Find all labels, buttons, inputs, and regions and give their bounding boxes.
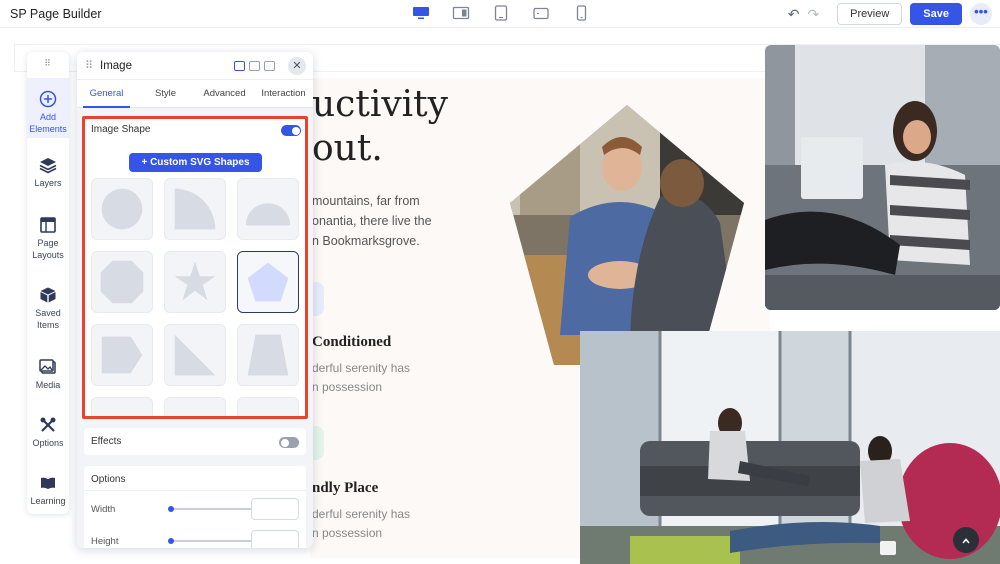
shape-quarter-circle[interactable] bbox=[164, 178, 226, 240]
chevron-up-icon[interactable] bbox=[953, 527, 979, 553]
sidebar-item-label: Saved Items bbox=[35, 308, 61, 330]
float-panel-icon[interactable] bbox=[234, 61, 245, 71]
shape-circle[interactable] bbox=[91, 178, 153, 240]
save-button[interactable]: Save bbox=[910, 3, 962, 25]
shape-right-triangle[interactable] bbox=[164, 324, 226, 386]
feature-title-1: Conditioned bbox=[312, 334, 392, 350]
image-icon bbox=[39, 359, 56, 374]
sidebar-item-add-elements[interactable]: Add Elements bbox=[27, 78, 69, 138]
height-label: Height bbox=[91, 536, 119, 547]
shape-arrow-pentagon[interactable] bbox=[91, 324, 153, 386]
undo-icon[interactable]: ↶ bbox=[788, 6, 800, 23]
shape-more[interactable] bbox=[91, 397, 153, 418]
panel-layout-switch bbox=[234, 61, 275, 71]
width-label: Width bbox=[91, 504, 116, 515]
effects-label: Effects bbox=[91, 436, 122, 447]
tablet-landscape-icon[interactable] bbox=[530, 4, 552, 22]
width-input[interactable] bbox=[251, 498, 299, 520]
toolbar-actions: ↶ ↷ Preview Save ••• bbox=[788, 3, 992, 25]
dock-right-icon[interactable] bbox=[264, 61, 275, 71]
box-icon bbox=[40, 287, 56, 303]
shape-half-circle[interactable] bbox=[237, 178, 299, 240]
effects-toggle[interactable] bbox=[279, 437, 299, 448]
book-icon bbox=[41, 477, 55, 489]
tablet-icon[interactable] bbox=[490, 4, 512, 22]
redo-icon[interactable]: ↷ bbox=[807, 6, 819, 23]
feature-text-2b: n possession bbox=[312, 526, 383, 540]
tab-general[interactable]: General bbox=[77, 80, 136, 108]
sidebar-item-layers[interactable]: Layers bbox=[27, 156, 69, 200]
woman-laptop-image[interactable] bbox=[765, 45, 1000, 310]
sidebar-item-label: Media bbox=[35, 380, 61, 390]
image-shape-label: Image Shape bbox=[91, 124, 151, 135]
sidebar-item-label: Add Elements bbox=[29, 112, 67, 134]
panel-tabs: General Style Advanced Interaction bbox=[77, 80, 313, 108]
divider bbox=[84, 490, 306, 491]
plus-circle-icon bbox=[39, 90, 57, 108]
sidebar-drag-handle[interactable]: ⠿ bbox=[27, 58, 69, 69]
sidebar-item-options[interactable]: Options bbox=[27, 416, 69, 456]
custom-svg-shapes-button[interactable]: + Custom SVG Shapes bbox=[129, 153, 262, 172]
sidebar-item-learning[interactable]: Learning bbox=[27, 474, 69, 514]
feature-text-1a: derful serenity has bbox=[312, 361, 411, 375]
app-title: SP Page Builder bbox=[10, 7, 102, 21]
tab-style[interactable]: Style bbox=[136, 80, 195, 107]
sidebar-item-label: Layers bbox=[34, 178, 62, 188]
shape-more[interactable] bbox=[237, 397, 299, 418]
tab-interaction[interactable]: Interaction bbox=[254, 80, 313, 107]
hero-heading-line1: uctivity bbox=[312, 84, 448, 125]
page-layouts-icon bbox=[40, 217, 56, 233]
laptop-icon[interactable] bbox=[450, 4, 472, 22]
options-title: Options bbox=[91, 474, 126, 485]
shape-trapezoid[interactable] bbox=[237, 324, 299, 386]
office-lounge-image[interactable] bbox=[580, 331, 1000, 564]
top-bar: SP Page Builder ↶ ↷ Preview Save ••• bbox=[0, 0, 1000, 28]
image-shape-toggle[interactable] bbox=[281, 125, 301, 136]
sidebar-item-media[interactable]: Media bbox=[27, 358, 69, 398]
shape-star[interactable] bbox=[164, 251, 226, 313]
width-slider[interactable] bbox=[168, 506, 252, 512]
sidebar-item-saved-items[interactable]: Saved Items bbox=[27, 286, 69, 338]
feature-title-2: ndly Place bbox=[312, 480, 379, 496]
panel-drag-handle[interactable]: ⠿ bbox=[85, 59, 93, 72]
more-options-button[interactable]: ••• bbox=[970, 3, 992, 25]
hero-paragraph-line3: n Bookmarksgrove. bbox=[312, 234, 420, 248]
sidebar-item-page-layouts[interactable]: Page Layouts bbox=[27, 216, 69, 268]
options-section: Options Width Height bbox=[84, 466, 306, 548]
left-sidebar: ⠿ Add Elements Layers Page Layouts Saved… bbox=[27, 52, 69, 514]
feature-text-2a: derful serenity has bbox=[312, 507, 411, 521]
panel-title: Image bbox=[100, 60, 132, 72]
panel-header: ⠿ Image ✕ bbox=[77, 52, 313, 80]
tab-advanced[interactable]: Advanced bbox=[195, 80, 254, 107]
slider-thumb[interactable] bbox=[168, 538, 174, 544]
device-switcher bbox=[410, 4, 592, 22]
sidebar-item-label: Page Layouts bbox=[32, 238, 64, 260]
shape-octagon[interactable] bbox=[91, 251, 153, 313]
dock-left-icon[interactable] bbox=[249, 61, 260, 71]
height-slider[interactable] bbox=[168, 538, 252, 544]
tools-icon bbox=[40, 417, 56, 432]
layers-icon bbox=[39, 158, 57, 174]
preview-button[interactable]: Preview bbox=[837, 3, 903, 25]
height-input[interactable] bbox=[251, 530, 299, 548]
desktop-icon[interactable] bbox=[410, 4, 432, 22]
slider-thumb[interactable] bbox=[168, 506, 174, 512]
hero-paragraph-line2: onantia, there live the bbox=[312, 214, 432, 228]
shape-pentagon[interactable] bbox=[237, 251, 299, 313]
image-shape-section: Image Shape + Custom SVG Shapes bbox=[84, 118, 306, 418]
hero-paragraph-line1: mountains, far from bbox=[312, 194, 420, 208]
sidebar-item-label: Learning bbox=[30, 496, 66, 506]
close-icon[interactable]: ✕ bbox=[288, 57, 306, 75]
mobile-icon[interactable] bbox=[570, 4, 592, 22]
pentagon-image[interactable] bbox=[510, 105, 744, 365]
sidebar-item-label: Options bbox=[32, 438, 64, 448]
feature-text-1b: n possession bbox=[312, 380, 383, 394]
image-settings-panel: ⠿ Image ✕ General Style Advanced Interac… bbox=[77, 52, 313, 548]
effects-section: Effects bbox=[84, 428, 306, 455]
shape-more[interactable] bbox=[164, 397, 226, 418]
hero-heading-line2: out. bbox=[312, 128, 383, 169]
